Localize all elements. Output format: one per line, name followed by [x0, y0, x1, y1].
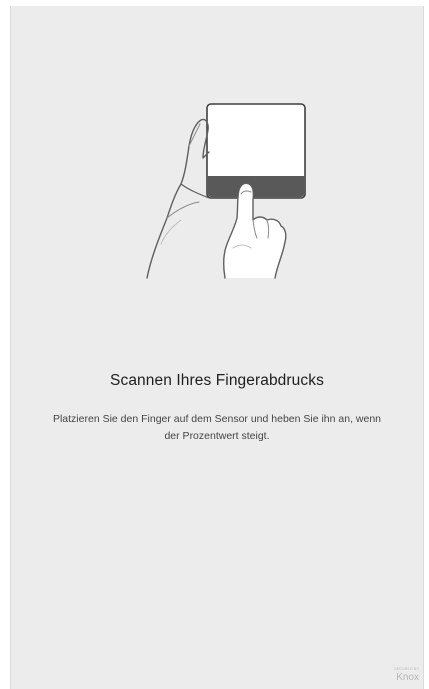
- device-frame: Scannen Ihres Fingerabdrucks Platzieren …: [0, 0, 429, 689]
- hand-holding-tablet-finger-on-sensor-icon: [137, 98, 307, 280]
- instruction-text: Platzieren Sie den Finger auf dem Sensor…: [52, 413, 382, 442]
- fingerprint-scan-screen: Scannen Ihres Fingerabdrucks Platzieren …: [10, 6, 424, 689]
- knox-logo-text: Knox: [396, 672, 419, 683]
- knox-logo: SECURED BY Knox: [385, 667, 419, 683]
- page-title: Scannen Ihres Fingerabdrucks: [110, 372, 324, 389]
